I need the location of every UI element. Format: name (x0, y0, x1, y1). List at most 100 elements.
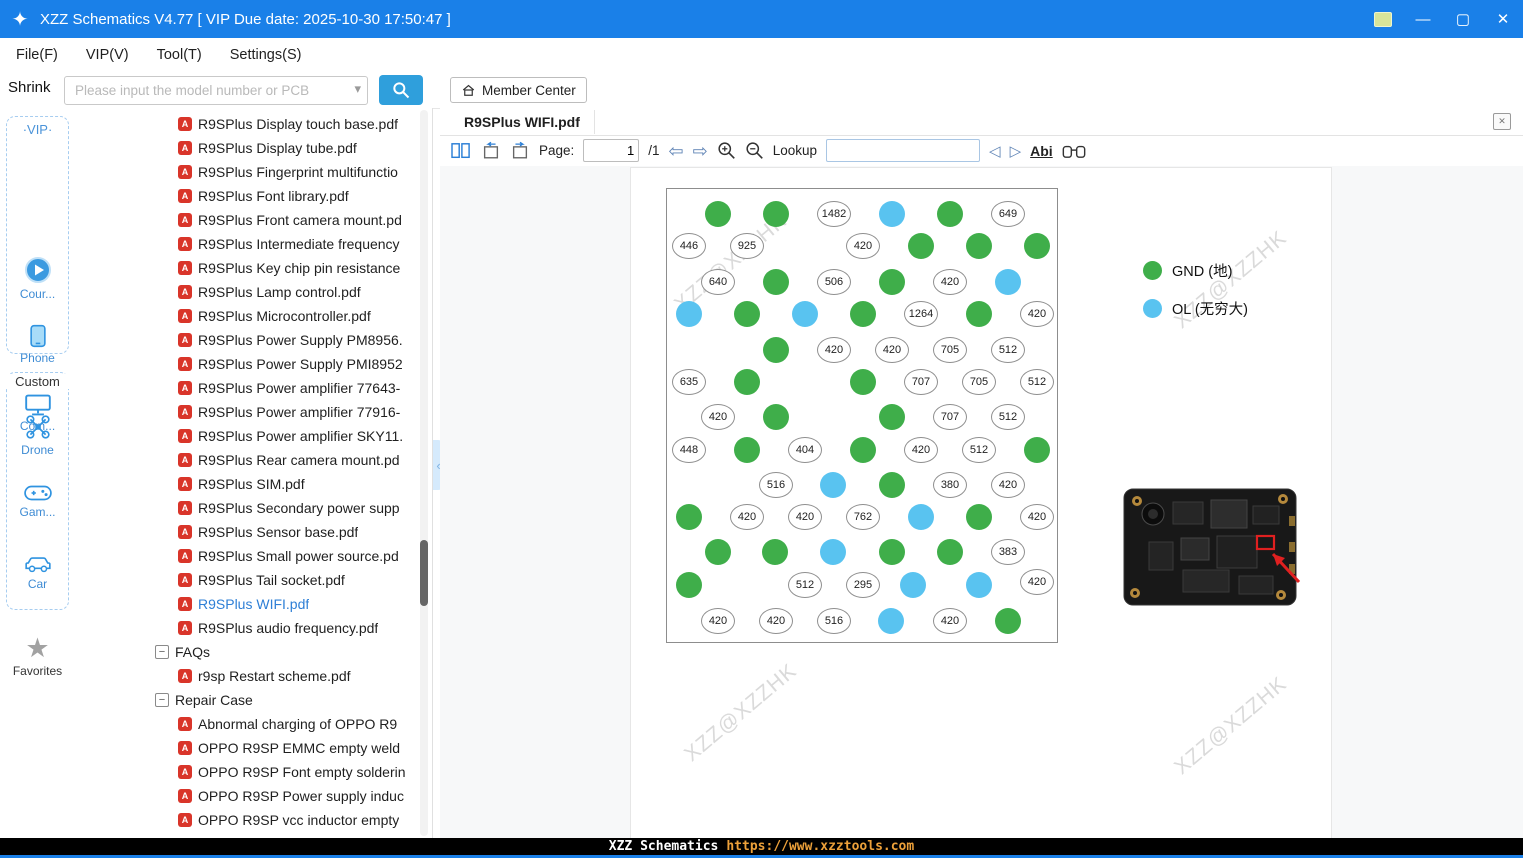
menu-item[interactable]: File(F) (16, 47, 58, 63)
sidebar-item-phone[interactable]: Phone (0, 324, 75, 365)
phone-icon (29, 324, 46, 348)
gnd-dot (763, 269, 789, 295)
close-button[interactable]: ✕ (1483, 0, 1523, 38)
tree-item[interactable]: A R9SPlus Intermediate frequency (75, 232, 418, 256)
tree-item[interactable]: A R9SPlus Power Supply PM8956. (75, 328, 418, 352)
tree-item[interactable]: A R9SPlus Rear camera mount.pd (75, 448, 418, 472)
tree-item[interactable]: A R9SPlus Lamp control.pdf (75, 280, 418, 304)
tree-group[interactable]: − Repair Case (75, 688, 418, 712)
resistance-value: 420 (933, 269, 967, 295)
tree-item[interactable]: A R9SPlus WIFI.pdf (75, 592, 418, 616)
tree-item[interactable]: A R9SPlus Power amplifier 77916- (75, 400, 418, 424)
zoom-in-button[interactable] (717, 141, 736, 160)
member-center-button[interactable]: Member Center (450, 77, 587, 103)
close-document-icon[interactable]: ✕ (1493, 113, 1511, 130)
rotate-left-button[interactable] (481, 141, 501, 160)
tree-item[interactable]: A R9SPlus Fingerprint multifunctio (75, 160, 418, 184)
sidebar-item-car[interactable]: Car (0, 554, 75, 591)
tree-item[interactable]: A R9SPlus SIM.pdf (75, 472, 418, 496)
window-title: XZZ Schematics V4.77 [ VIP Due date: 202… (40, 10, 451, 28)
pdf-file-icon: A (178, 381, 192, 395)
tree-item[interactable]: A R9SPlus Power amplifier SKY11. (75, 424, 418, 448)
pcb-photo (1123, 486, 1319, 611)
pdf-file-icon: A (178, 453, 192, 467)
status-website-link[interactable]: https://www.xzztools.com (726, 839, 914, 854)
sidebar-item-drone[interactable]: Drone (0, 414, 75, 457)
pdf-file-icon: A (178, 429, 192, 443)
tree-item-label: R9SPlus Tail socket.pdf (198, 572, 345, 588)
tree-item[interactable]: A R9SPlus Key chip pin resistance (75, 256, 418, 280)
tree-item[interactable]: A R9SPlus Small power source.pd (75, 544, 418, 568)
tree-item[interactable]: A R9SPlus Front camera mount.pd (75, 208, 418, 232)
find-next-button[interactable]: ▷ (1010, 142, 1022, 160)
shrink-button[interactable]: Shrink (8, 79, 51, 96)
sidebar-item-favorites[interactable]: ★ Favorites (0, 635, 75, 679)
drone-icon (25, 415, 50, 439)
zoom-out-button[interactable] (745, 141, 764, 160)
model-search-input[interactable] (73, 77, 347, 104)
tree-item[interactable]: A R9SPlus Sensor base.pdf (75, 520, 418, 544)
tree-item[interactable]: A R9SPlus Microcontroller.pdf (75, 304, 418, 328)
pdf-file-icon: A (178, 813, 192, 827)
tree-item[interactable]: A R9SPlus Secondary power supp (75, 496, 418, 520)
tree-item-label: R9SPlus Power amplifier 77916- (198, 404, 401, 420)
tree-group[interactable]: − FAQs (75, 640, 418, 664)
resistance-value: 404 (788, 437, 822, 463)
search-button[interactable] (379, 75, 423, 105)
sidebar-item-course[interactable]: Cour... (0, 256, 75, 301)
sidebar-item-label: Drone (21, 443, 54, 457)
sidebar-item-game[interactable]: Gam... (0, 484, 75, 519)
next-page-button[interactable]: ⇨ (693, 142, 708, 160)
search-document-button[interactable] (1062, 143, 1086, 159)
two-page-icon (451, 142, 470, 158)
resistance-value: 516 (817, 608, 851, 634)
two-page-view-button[interactable] (450, 142, 472, 160)
lookup-input[interactable] (826, 139, 981, 162)
tree-item[interactable]: Ar9sp Restart scheme.pdf (75, 664, 418, 688)
document-tab[interactable]: R9SPlus WIFI.pdf (450, 110, 595, 134)
maximize-button[interactable]: ▢ (1443, 0, 1483, 38)
gnd-dot (937, 539, 963, 565)
text-select-tool-button[interactable]: Abi (1030, 143, 1053, 159)
tree-scrollbar-thumb[interactable] (420, 540, 428, 606)
tree-item[interactable]: A R9SPlus Font library.pdf (75, 184, 418, 208)
tree-item[interactable]: A R9SPlus Display touch base.pdf (75, 112, 418, 136)
previous-page-button[interactable]: ⇦ (669, 142, 684, 160)
tree-item[interactable]: A OPPO R9SP Font empty solderin (75, 760, 418, 784)
tree-scrollbar[interactable] (420, 110, 428, 836)
resistance-value: 1264 (904, 301, 938, 327)
collapse-minus-icon[interactable]: − (155, 645, 169, 659)
tree-item[interactable]: A R9SPlus Power Supply PMI8952 (75, 352, 418, 376)
tree-item[interactable]: A R9SPlus Power amplifier 77643- (75, 376, 418, 400)
menu-bar: File(F) VIP(V) Tool(T) Settings(S) (0, 38, 1523, 73)
skin-icon[interactable] (1363, 0, 1403, 38)
tree-item[interactable]: A OPPO R9SP Power supply induc (75, 784, 418, 808)
menu-item[interactable]: Settings(S) (230, 47, 302, 63)
pdf-content-area[interactable]: 1482 649 446 925 420 640 506 420 1264 420 420 420 70… (440, 166, 1523, 838)
page-label: Page: (539, 143, 575, 158)
rotate-right-button[interactable] (510, 141, 530, 160)
menu-item[interactable]: Tool(T) (157, 47, 202, 63)
sidebar-item-label: Car (27, 577, 48, 591)
minimize-button[interactable]: — (1403, 0, 1443, 38)
tree-item[interactable]: A R9SPlus audio frequency.pdf (75, 616, 418, 640)
gnd-dot (879, 472, 905, 498)
tree-item[interactable]: A R9SPlus Tail socket.pdf (75, 568, 418, 592)
menu-item[interactable]: VIP(V) (86, 47, 129, 63)
tree-item[interactable]: A OPPO R9SP EMMC empty weld (75, 736, 418, 760)
tree-item[interactable]: A OPPO R9SP vcc inductor empty (75, 808, 418, 832)
ol-dot (820, 539, 846, 565)
resistance-value: 420 (701, 608, 735, 634)
resistance-value: 512 (991, 337, 1025, 363)
tree-item-label: R9SPlus Display tube.pdf (198, 140, 357, 156)
tree-item[interactable]: A Abnormal charging of OPPO R9 (75, 712, 418, 736)
collapse-minus-icon[interactable]: − (155, 693, 169, 707)
tree-item[interactable]: A R9SPlus Display tube.pdf (75, 136, 418, 160)
chevron-down-icon[interactable]: ▾ (354, 81, 361, 97)
tree-item-label: Abnormal charging of OPPO R9 (198, 716, 398, 732)
page-number-input[interactable] (583, 139, 640, 162)
pdf-file-icon: A (178, 501, 192, 515)
pdf-page: 1482 649 446 925 420 640 506 420 1264 420 420 420 70… (630, 167, 1332, 838)
pdf-file-icon: A (178, 261, 192, 275)
find-previous-button[interactable]: ◁ (989, 142, 1001, 160)
